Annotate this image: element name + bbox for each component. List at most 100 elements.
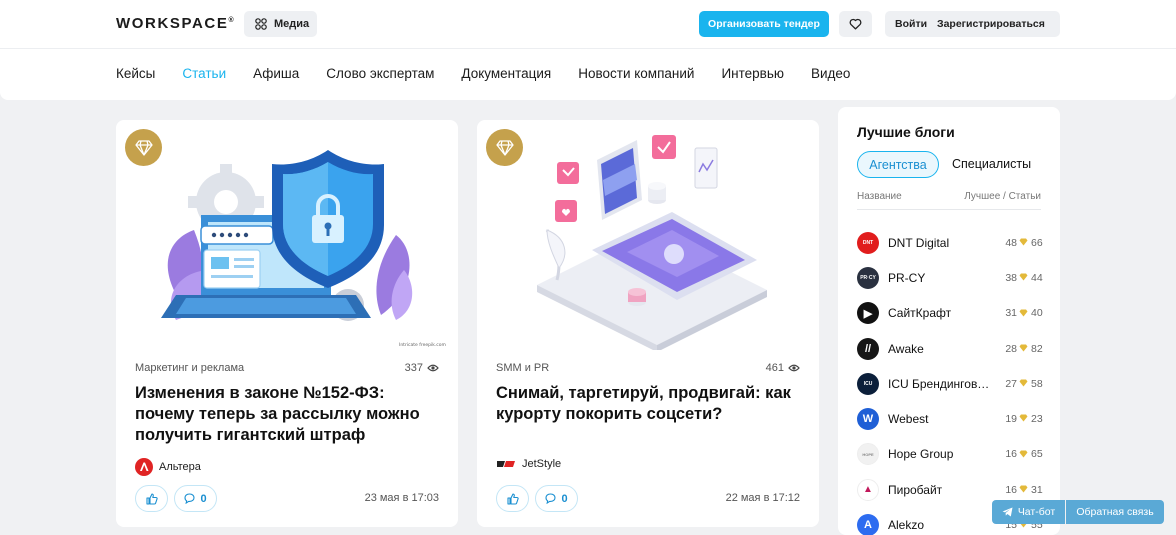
logo-trademark: ® <box>228 17 234 24</box>
company-name: Hope Group <box>888 447 954 462</box>
blog-list-item[interactable]: PR·CY PR-CY 38 44 <box>857 260 1047 295</box>
diamond-icon <box>1019 238 1028 246</box>
eye-icon <box>427 364 439 372</box>
article-author[interactable]: JetStyle <box>496 458 561 470</box>
article-views: 461 <box>766 362 800 374</box>
company-avatar: W <box>857 408 879 431</box>
comments-button[interactable]: 0 <box>535 485 578 512</box>
article-category[interactable]: Маркетинг и реклама <box>135 362 244 374</box>
nav-item[interactable]: Новости компаний <box>578 66 694 81</box>
image-credit: Intricate freepik.com <box>399 342 446 348</box>
nav-item[interactable]: Статьи <box>182 66 226 81</box>
blog-list-item[interactable]: DNT DNT Digital 48 66 <box>857 225 1047 260</box>
article-author[interactable]: Альтера <box>135 458 201 476</box>
company-name: Webest <box>888 412 929 427</box>
eye-icon <box>788 364 800 372</box>
nav-item[interactable]: Интервью <box>721 66 784 81</box>
article-title[interactable]: Изменения в законе №152-ФЗ: почему тепер… <box>135 383 435 446</box>
article-title[interactable]: Снимай, таргетируй, продвигай: как курор… <box>496 383 796 425</box>
best-blogs-panel: Лучшие блоги Агентства Специалисты Назва… <box>838 107 1060 535</box>
telegram-icon <box>1002 507 1013 517</box>
company-name: Awake <box>888 341 924 356</box>
articles-count: 66 <box>1031 236 1043 249</box>
article-card[interactable]: SMM и PR 461 Снимай, таргетируй, продвиг… <box>477 120 819 527</box>
blog-list-item[interactable]: ICU ICU Брендинговое агентство 27 58 <box>857 366 1047 401</box>
company-avatar: ▶ <box>857 302 879 325</box>
nav-item[interactable]: Слово экспертам <box>326 66 434 81</box>
diamond-icon <box>1019 450 1028 458</box>
company-avatar: DNT <box>857 231 879 254</box>
chat-bot-label: Чат-бот <box>1017 506 1056 518</box>
diamond-icon <box>1019 344 1028 352</box>
nav-item[interactable]: Видео <box>811 66 850 81</box>
security-illustration: Intricate freepik.com <box>161 150 446 348</box>
premium-badge <box>486 129 523 166</box>
nav-item[interactable]: Афиша <box>253 66 299 81</box>
best-count: 16 <box>1005 483 1017 496</box>
author-name: Альтера <box>159 461 201 473</box>
best-count: 28 <box>1005 342 1017 355</box>
articles-count: 31 <box>1031 483 1043 496</box>
altera-logo-icon <box>135 458 153 476</box>
tab-agencies[interactable]: Агентства <box>857 151 939 178</box>
articles-count: 82 <box>1031 342 1043 355</box>
company-avatar: // <box>857 337 879 360</box>
thumbs-up-icon <box>145 492 158 505</box>
chat-bot-button[interactable]: Чат-бот <box>992 500 1065 524</box>
best-count: 31 <box>1005 307 1017 320</box>
article-card[interactable]: Intricate freepik.com Маркетинг и реклам… <box>116 120 458 527</box>
article-date: 22 мая в 17:12 <box>725 492 800 504</box>
like-button[interactable] <box>496 485 529 512</box>
company-avatar: A <box>857 514 879 535</box>
tender-button-label: Организовать тендер <box>708 18 820 30</box>
nav-item[interactable]: Документация <box>461 66 551 81</box>
diamond-icon <box>495 139 514 156</box>
company-name: ICU Брендинговое агентство <box>888 376 994 391</box>
best-count: 27 <box>1005 377 1017 390</box>
views-count: 337 <box>404 362 423 374</box>
article-date: 23 мая в 17:03 <box>364 492 439 504</box>
articles-count: 65 <box>1031 448 1043 461</box>
company-name: DNT Digital <box>888 235 950 250</box>
best-count: 19 <box>1005 413 1017 426</box>
login-link[interactable]: Войти <box>885 18 937 30</box>
articles-count: 40 <box>1031 307 1043 320</box>
comments-button[interactable]: 0 <box>174 485 217 512</box>
articles-count: 58 <box>1031 377 1043 390</box>
diamond-icon <box>1019 414 1028 422</box>
diamond-icon <box>1019 309 1028 317</box>
author-name: JetStyle <box>522 458 562 470</box>
blog-list-item[interactable]: HOPE Hope Group 16 65 <box>857 437 1047 472</box>
organize-tender-button[interactable]: Организовать тендер <box>699 11 829 37</box>
diamond-icon <box>134 139 153 156</box>
best-count: 48 <box>1005 236 1017 249</box>
header-divider <box>0 48 1176 49</box>
like-button[interactable] <box>135 485 168 512</box>
blog-list-item[interactable]: ▶ СайтКрафт 31 40 <box>857 296 1047 331</box>
company-name: СайтКрафт <box>888 306 952 321</box>
article-views: 337 <box>405 362 439 374</box>
register-link[interactable]: Зарегистрироваться <box>937 18 1045 30</box>
views-count: 461 <box>765 362 784 374</box>
media-menu-button[interactable]: Медиа <box>244 11 317 37</box>
favorites-button[interactable] <box>839 11 872 37</box>
diamond-icon <box>1019 485 1028 493</box>
best-count: 16 <box>1005 448 1017 461</box>
logo-text: WORKSPACE <box>116 15 229 32</box>
smartphone-illustration <box>537 135 767 350</box>
company-avatar: ICU <box>857 372 879 395</box>
panel-title: Лучшие блоги <box>857 124 955 140</box>
site-logo[interactable]: WORKSPACE® <box>116 15 234 32</box>
column-stats: Лучшее / Статьи <box>964 191 1041 202</box>
company-avatar: ▲ <box>857 478 879 501</box>
company-avatar: HOPE <box>857 443 879 466</box>
blog-list-item[interactable]: // Awake 28 82 <box>857 331 1047 366</box>
nav-item[interactable]: Кейсы <box>116 66 155 81</box>
company-avatar: PR·CY <box>857 266 879 289</box>
article-category[interactable]: SMM и PR <box>496 362 549 374</box>
premium-badge <box>125 129 162 166</box>
blog-list-item[interactable]: W Webest 19 23 <box>857 401 1047 436</box>
feedback-button[interactable]: Обратная связь <box>1066 500 1164 524</box>
diamond-icon <box>1019 379 1028 387</box>
tab-specialists[interactable]: Специалисты <box>952 157 1031 171</box>
